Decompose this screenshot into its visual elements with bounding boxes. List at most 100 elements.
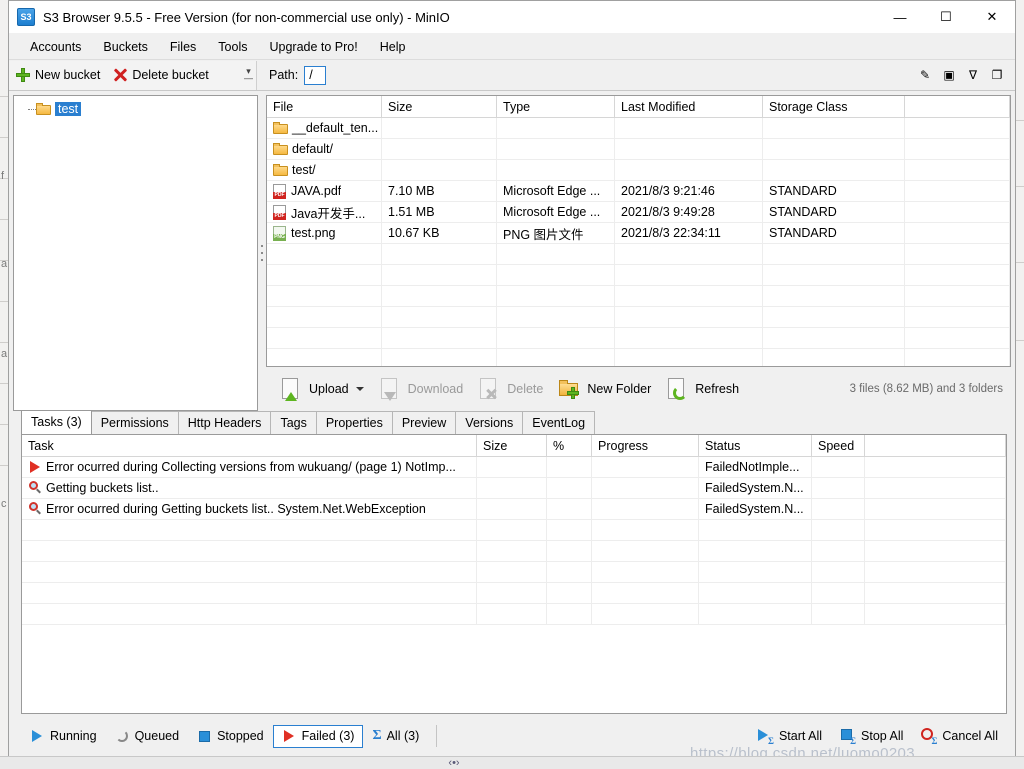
tab-tasks[interactable]: Tasks (3) xyxy=(21,410,92,434)
title-bar: S3 S3 Browser 9.5.5 - Free Version (for … xyxy=(9,1,1015,34)
task-grid-header: Task Size % Progress Status Speed xyxy=(22,435,1006,457)
table-row[interactable]: test/ xyxy=(267,160,1010,181)
file-list-rows: __default_ten... default/ test/ PDF JAVA… xyxy=(267,118,1010,366)
menu-help[interactable]: Help xyxy=(369,37,417,57)
file-storage: STANDARD xyxy=(763,202,905,222)
table-row[interactable]: JAVA.pdf 7.10 MB Microsoft Edge ... 2021… xyxy=(267,181,1010,202)
task-description: Getting buckets list.. xyxy=(46,481,159,495)
column-header-type[interactable]: Type xyxy=(497,96,615,117)
column-header-size[interactable]: Size xyxy=(382,96,497,117)
tab-preview[interactable]: Preview xyxy=(391,411,457,434)
app-icon: S3 xyxy=(17,8,35,26)
new-folder-button[interactable]: New Folder xyxy=(550,372,658,406)
file-name: test.png xyxy=(291,226,336,240)
refresh-button[interactable]: Refresh xyxy=(658,372,746,406)
table-row[interactable]: __default_ten... xyxy=(267,118,1010,139)
start-all-label: Start All xyxy=(778,729,823,743)
menu-tools[interactable]: Tools xyxy=(207,37,258,57)
resize-grip[interactable]: ‹•› xyxy=(444,758,464,769)
table-row[interactable]: Java开发手... 1.51 MB Microsoft Edge ... 20… xyxy=(267,202,1010,223)
table-row[interactable]: Error ocurred during Getting buckets lis… xyxy=(22,499,1006,520)
file-count-summary: 3 files (8.62 MB) and 3 folders xyxy=(849,383,1003,395)
bucket-tree-pane[interactable]: test xyxy=(13,95,258,411)
tab-versions[interactable]: Versions xyxy=(455,411,524,434)
file-action-bar: Upload Download Delete New Folder Refres… xyxy=(266,367,1011,411)
table-row[interactable]: default/ xyxy=(267,139,1010,160)
splitter-grip xyxy=(261,245,263,261)
table-row[interactable]: test.png 10.67 KB PNG 图片文件 2021/8/3 22:3… xyxy=(267,223,1010,244)
delete-button[interactable]: Delete xyxy=(470,372,550,406)
menu-upgrade-to-pro[interactable]: Upgrade to Pro! xyxy=(258,37,368,57)
filter-running[interactable]: Running xyxy=(21,725,106,748)
bucket-toolbar: New bucket Delete bucket ▾ — xyxy=(9,60,257,90)
new-folder-icon xyxy=(557,376,583,402)
filter-failed[interactable]: Failed (3) xyxy=(272,724,364,748)
file-modified: 2021/8/3 9:21:46 xyxy=(615,181,763,201)
task-grid-rows: Error ocurred during Collecting versions… xyxy=(22,457,1006,713)
cancel-all-button[interactable]: Cancel All xyxy=(912,724,1007,748)
tab-permissions[interactable]: Permissions xyxy=(90,411,179,434)
task-progress xyxy=(592,478,699,498)
close-button[interactable]: ✕ xyxy=(969,2,1015,33)
tab-tags[interactable]: Tags xyxy=(270,411,317,434)
toolbar-overflow-button[interactable]: ▾ — xyxy=(244,67,253,83)
tab-eventlog[interactable]: EventLog xyxy=(522,411,596,434)
file-size: 7.10 MB xyxy=(382,181,497,201)
table-row[interactable]: Error ocurred during Collecting versions… xyxy=(22,457,1006,478)
delete-bucket-label: Delete bucket xyxy=(132,68,209,82)
pencil-icon[interactable]: ✎ xyxy=(913,63,937,87)
file-modified: 2021/8/3 9:49:28 xyxy=(615,202,763,222)
file-size xyxy=(382,118,497,138)
column-header-progress[interactable]: Progress xyxy=(592,435,699,456)
copy-icon[interactable]: ❐ xyxy=(985,63,1009,87)
task-description: Error ocurred during Getting buckets lis… xyxy=(46,502,426,516)
filter-stopped[interactable]: Stopped xyxy=(188,725,273,748)
panel-icon[interactable]: ▣ xyxy=(937,63,961,87)
column-header-percent[interactable]: % xyxy=(547,435,592,456)
path-input[interactable]: / xyxy=(304,65,327,85)
file-list[interactable]: File Size Type Last Modified Storage Cla… xyxy=(266,95,1011,367)
path-label: Path: xyxy=(269,68,299,82)
menu-files[interactable]: Files xyxy=(159,37,207,57)
new-folder-label: New Folder xyxy=(587,382,652,396)
column-header-spacer xyxy=(905,96,1010,117)
menu-buckets[interactable]: Buckets xyxy=(92,37,158,57)
column-header-task[interactable]: Task xyxy=(22,435,477,456)
tree-item-test[interactable]: test xyxy=(36,102,257,116)
column-header-file[interactable]: File xyxy=(267,96,382,117)
play-red-icon xyxy=(282,729,297,744)
minimize-button[interactable]: — xyxy=(877,2,923,33)
table-row-empty xyxy=(267,349,1010,366)
column-header-status[interactable]: Status xyxy=(699,435,812,456)
delete-bucket-button[interactable]: Delete bucket xyxy=(106,65,214,85)
vertical-splitter[interactable] xyxy=(258,95,266,411)
column-header-storage[interactable]: Storage Class xyxy=(763,96,905,117)
file-modified xyxy=(615,139,763,159)
chevron-down-icon[interactable] xyxy=(355,387,364,391)
cancel-all-label: Cancel All xyxy=(942,729,998,743)
tab-http-headers[interactable]: Http Headers xyxy=(177,411,272,434)
new-bucket-button[interactable]: New bucket xyxy=(9,65,106,85)
delete-label: Delete xyxy=(507,382,544,396)
table-row-empty xyxy=(267,244,1010,265)
file-size: 1.51 MB xyxy=(382,202,497,222)
column-header-size[interactable]: Size xyxy=(477,435,547,456)
upload-button[interactable]: Upload xyxy=(272,372,371,406)
filter-all[interactable]: Σ All (3) xyxy=(363,724,428,748)
filter-icon[interactable]: ∇ xyxy=(961,63,985,87)
column-header-speed[interactable]: Speed xyxy=(812,435,865,456)
file-storage: STANDARD xyxy=(763,223,905,243)
task-grid[interactable]: Task Size % Progress Status Speed Error … xyxy=(21,434,1007,714)
filter-failed-label: Failed (3) xyxy=(301,729,355,743)
download-button[interactable]: Download xyxy=(371,372,471,406)
filter-queued[interactable]: Queued xyxy=(106,725,188,748)
maximize-button[interactable]: ☐ xyxy=(923,2,969,33)
column-header-modified[interactable]: Last Modified xyxy=(615,96,763,117)
menu-accounts[interactable]: Accounts xyxy=(19,37,92,57)
filter-all-label: All (3) xyxy=(386,729,420,743)
table-row-empty xyxy=(267,265,1010,286)
tab-properties[interactable]: Properties xyxy=(315,411,393,434)
toolbar: New bucket Delete bucket ▾ — Path: / ✎ ▣ … xyxy=(9,60,1015,91)
magnifier-icon xyxy=(28,502,42,516)
table-row[interactable]: Getting buckets list.. FailedSystem.N... xyxy=(22,478,1006,499)
